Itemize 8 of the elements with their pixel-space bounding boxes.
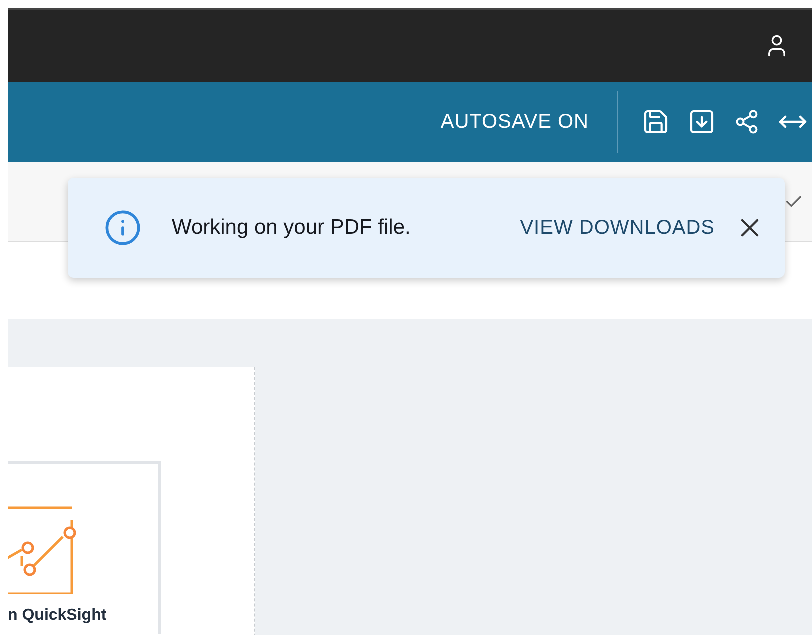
save-icon[interactable] xyxy=(642,108,670,136)
download-icon[interactable] xyxy=(688,108,716,136)
card-title: n QuickSight xyxy=(8,608,108,624)
info-icon xyxy=(104,209,142,247)
share-icon[interactable] xyxy=(734,109,760,135)
view-downloads-link[interactable]: VIEW DOWNLOADS xyxy=(520,213,715,243)
autosave-status: AUTOSAVE ON xyxy=(440,110,589,135)
notification-message: Working on your PDF file. xyxy=(172,215,412,242)
